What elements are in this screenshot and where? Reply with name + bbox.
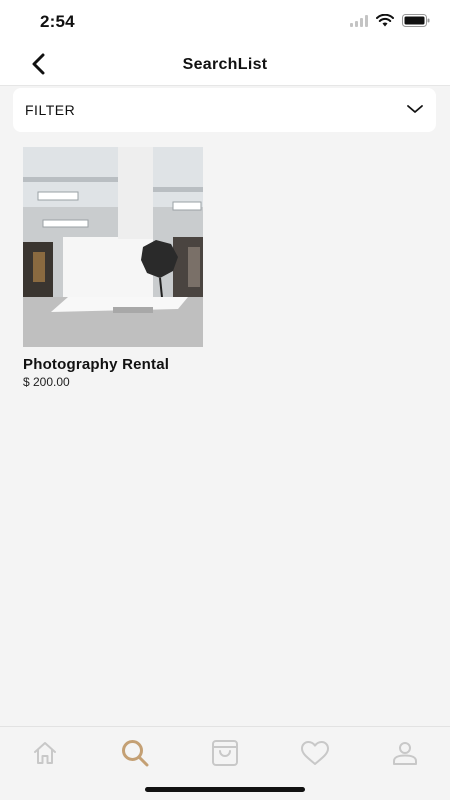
- filter-label: FILTER: [25, 102, 76, 118]
- product-name[interactable]: Photography Rental: [23, 356, 203, 373]
- home-indicator: [145, 787, 305, 792]
- status-bar: 2:54: [0, 0, 450, 44]
- tab-favorites[interactable]: [295, 735, 335, 775]
- filter-dropdown[interactable]: FILTER: [13, 88, 436, 132]
- product-price: $ 200.00: [23, 375, 70, 389]
- status-time: 2:54: [40, 12, 75, 31]
- battery-icon: [402, 14, 430, 32]
- tab-profile[interactable]: [385, 735, 425, 775]
- heart-icon: [300, 740, 330, 771]
- search-icon: [120, 738, 150, 773]
- page-title: SearchList: [182, 56, 268, 73]
- home-icon: [32, 741, 58, 770]
- tab-home[interactable]: [25, 735, 65, 775]
- status-icons: [350, 13, 430, 32]
- shopping-bag-icon: [211, 739, 239, 772]
- product-card[interactable]: Photography Rental $ 200.00: [23, 147, 203, 389]
- nav-bar: SearchList: [0, 44, 450, 86]
- chevron-down-icon: [406, 101, 424, 119]
- product-image[interactable]: [23, 147, 203, 347]
- cellular-signal-icon: [350, 14, 368, 32]
- wifi-icon: [376, 13, 394, 32]
- user-icon: [392, 740, 418, 771]
- tab-cart[interactable]: [205, 735, 245, 775]
- tab-search[interactable]: [115, 735, 155, 775]
